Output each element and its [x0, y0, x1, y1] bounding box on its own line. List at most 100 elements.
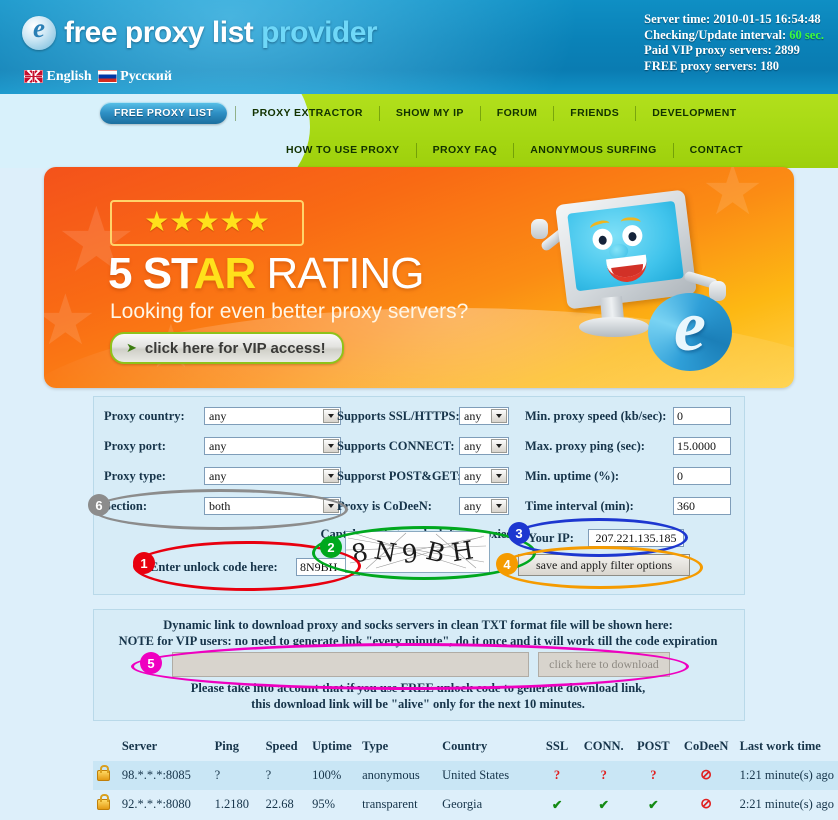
nav-item-free-proxy-list[interactable]: FREE PROXY LIST [100, 102, 228, 124]
lock-icon [93, 761, 118, 790]
nav-item-development[interactable]: DEVELOPMENT [636, 107, 752, 119]
logo-text: free proxy list provider [64, 16, 378, 50]
chevron-down-icon[interactable] [491, 469, 507, 483]
supports-connect-value: any [464, 438, 482, 453]
min-uptime-input[interactable]: 0 [673, 467, 731, 485]
proxy-country-select[interactable]: any [204, 407, 341, 425]
nav-item-forum[interactable]: FORUM [481, 107, 554, 119]
captcha-image[interactable]: 8 N 9 B H [345, 531, 490, 573]
proxy-port-select[interactable]: any [204, 437, 341, 455]
nav-item-anonymous-surfing[interactable]: ANONYMOUS SURFING [514, 144, 672, 156]
table-col-post[interactable]: POST [630, 735, 677, 761]
cell-ssl-status: ? [536, 761, 578, 790]
proxy-country-value: any [209, 408, 227, 423]
nav-item-contact[interactable]: CONTACT [674, 144, 759, 156]
paid-servers-line: Paid VIP proxy servers: 2899 [644, 43, 824, 59]
table-col-uptime[interactable]: Uptime [308, 735, 358, 761]
table-col-country[interactable]: Country [438, 735, 536, 761]
table-row[interactable]: 92.*.*.*:8080 1.2180 22.68 95% transpare… [93, 790, 838, 819]
time-interval-input[interactable]: 360 [673, 497, 731, 515]
filter-row-min-uptime: Min. uptime (%): 0 [525, 465, 731, 487]
cell-server: 98.*.*.*:8085 [117, 761, 211, 790]
table-row[interactable]: 98.*.*.*:8085 ? ? 100% anonymous United … [93, 761, 838, 790]
chevron-down-icon[interactable] [491, 409, 507, 423]
cell-country: Georgia [442, 797, 483, 811]
cell-post-status: ✔ [648, 797, 659, 812]
filter-row-connect: Supports CONNECT: any [337, 435, 509, 457]
server-time-value: 2010-01-15 16:54:48 [713, 12, 821, 26]
site-logo[interactable]: free proxy list provider [22, 13, 378, 50]
filter-row-max-ping: Max. proxy ping (sec): 15.0000 [525, 435, 731, 457]
server-time-label: Server time: [644, 12, 711, 26]
table-col-type[interactable]: Type [358, 735, 438, 761]
nav-item-how-to-use-proxy[interactable]: HOW TO USE PROXY [270, 144, 416, 156]
nav-item-proxy-extractor[interactable]: PROXY EXTRACTOR [236, 107, 379, 119]
section-select[interactable]: both [204, 497, 341, 515]
min-proxy-speed-input[interactable]: 0 [673, 407, 731, 425]
apply-filter-button[interactable]: save and apply filter options [518, 554, 690, 576]
chevron-down-icon[interactable] [491, 439, 507, 453]
annotation-badge-5: 5 [140, 652, 162, 674]
download-link-input[interactable] [172, 652, 529, 677]
page-root: free proxy list provider English Русский… [0, 0, 838, 820]
supports-post-get-select[interactable]: any [459, 467, 509, 485]
nav-item-proxy-faq[interactable]: PROXY FAQ [417, 144, 514, 156]
supports-ssl-label: Supports SSL/HTTPS: [337, 408, 460, 423]
cell-uptime: 100% [308, 761, 359, 790]
table-col-server[interactable]: Server [118, 735, 211, 761]
svg-text:8: 8 [349, 537, 371, 569]
uk-flag-icon [24, 70, 43, 84]
table-col-ssl[interactable]: SSL [537, 735, 578, 761]
chevron-down-icon[interactable] [491, 499, 507, 513]
annotation-badge-2: 2 [320, 536, 342, 558]
download-button[interactable]: click here to download [538, 652, 670, 677]
your-ip-value: 207.221.135.185 [588, 529, 684, 547]
proxy-is-codeen-select[interactable]: any [459, 497, 509, 515]
supports-ssl-select[interactable]: any [459, 407, 509, 425]
banner-title-rating: RATING [255, 249, 424, 298]
cell-ping: 1.2180 [214, 797, 250, 811]
server-time-line: Server time: 2010-01-15 16:54:48 [644, 12, 824, 28]
lock-icon [93, 790, 118, 819]
cell-last-work-time: 2:21 minute(s) ago [739, 797, 834, 811]
banner-title-ar: AR [193, 249, 257, 298]
nav-item-show-my-ip[interactable]: SHOW MY IP [380, 107, 480, 119]
nav-item-friends[interactable]: FRIENDS [554, 107, 635, 119]
free-servers-label: FREE proxy servers: [644, 58, 758, 73]
table-col-conn[interactable]: CONN. [578, 735, 630, 761]
supports-connect-select[interactable]: any [459, 437, 509, 455]
language-russian[interactable]: Русский [97, 69, 172, 85]
proxy-port-value: any [209, 438, 227, 453]
annotation-badge-1: 1 [133, 552, 155, 574]
cell-type: anonymous [358, 761, 439, 790]
cell-last-work-time: 1:21 minute(s) ago [735, 761, 838, 790]
filter-row-section: Section: both [104, 495, 341, 517]
svg-text:N: N [372, 536, 399, 568]
site-header: free proxy list provider English Русский… [0, 0, 838, 100]
cell-uptime: 95% [312, 797, 335, 811]
proxy-type-select[interactable]: any [204, 467, 341, 485]
annotation-badge-4: 4 [496, 553, 518, 575]
time-interval-label: Time interval (min): [525, 498, 634, 513]
captcha-svg: 8 N 9 B H [345, 532, 487, 570]
language-english[interactable]: English [24, 69, 92, 85]
vip-promo-banner[interactable]: ★ ★ ★ ★ ★★★★★ 5 STAR RATING Looking for … [44, 167, 794, 388]
unlock-code-label: Enter unlock code here: [150, 559, 278, 574]
logo-text-accent: provider [261, 16, 378, 49]
ie-e-icon [22, 13, 56, 50]
section-value: both [209, 498, 231, 513]
nav-row-1: FREE PROXY LIST PROXY EXTRACTOR SHOW MY … [0, 94, 838, 132]
table-col-ping[interactable]: Ping [211, 735, 262, 761]
cell-server: 92.*.*.*:8080 [121, 797, 191, 811]
mascot-thumbs-up-hand [531, 219, 548, 239]
table-col-speed[interactable]: Speed [262, 735, 309, 761]
free-servers-line: FREE proxy servers: 180 [644, 59, 824, 75]
download-line-2: NOTE for VIP users: no need to generate … [118, 634, 718, 648]
free-servers-value: 180 [760, 58, 779, 73]
table-col-last-work-time[interactable]: Last work time [736, 735, 838, 761]
vip-access-button[interactable]: ➤ click here for VIP access! [110, 332, 344, 364]
banner-title-num: 5 [108, 249, 143, 298]
table-col-codeen[interactable]: CoDeeN [677, 735, 736, 761]
server-info-block: Server time: 2010-01-15 16:54:48 Checkin… [644, 12, 824, 74]
max-proxy-ping-input[interactable]: 15.0000 [673, 437, 731, 455]
